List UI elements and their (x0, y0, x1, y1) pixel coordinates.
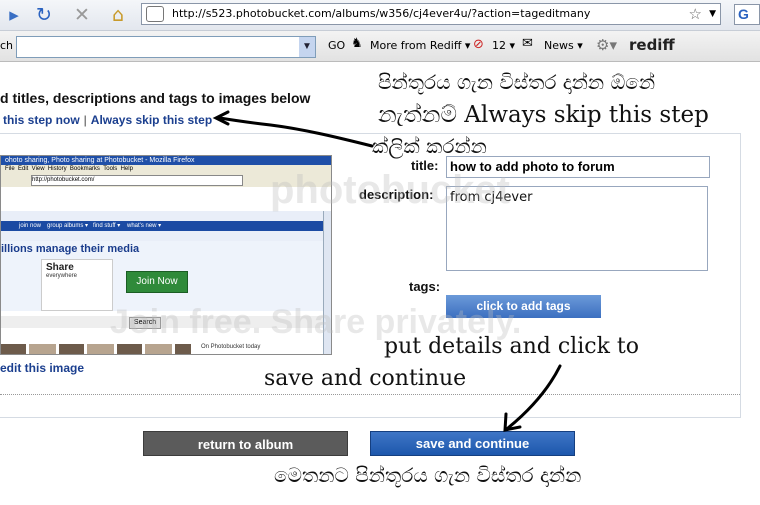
annotation-arrows (212, 110, 562, 432)
arrow-to-save-button (503, 364, 562, 432)
arrow-to-skip-link (212, 110, 374, 148)
